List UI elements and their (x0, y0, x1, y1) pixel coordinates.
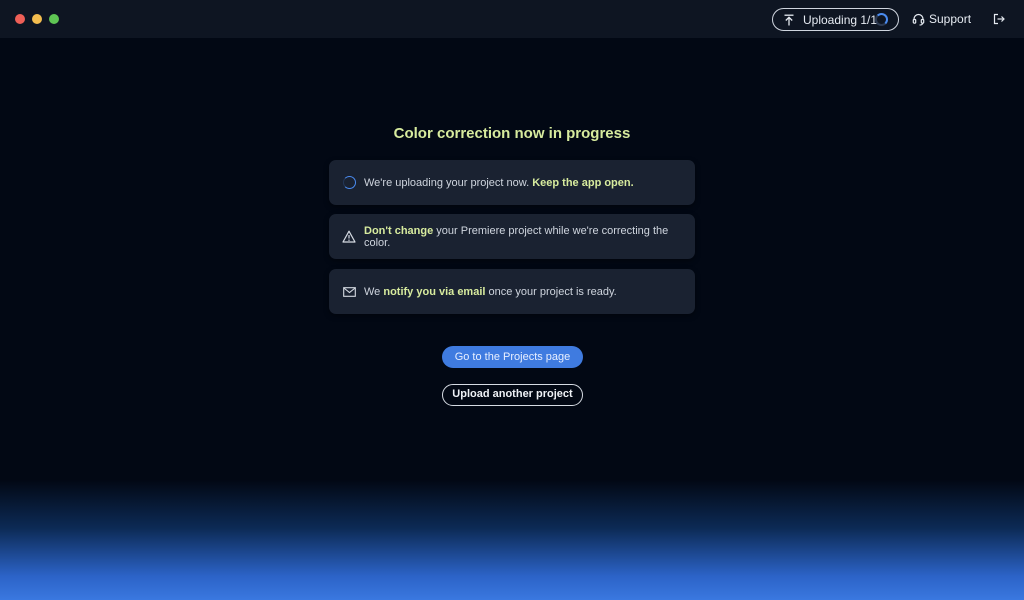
card-text-prefix: We're uploading your project now. (364, 176, 533, 189)
window-controls (15, 14, 59, 24)
card-text-prefix: We (364, 285, 384, 298)
card-text-highlight: notify you via email (383, 285, 486, 298)
card-text-highlight: Keep the app open. (532, 176, 634, 189)
loading-spinner-icon (342, 176, 356, 190)
close-window-button[interactable] (15, 14, 25, 24)
card-text: Don't change your Premiere project while… (364, 225, 695, 249)
maximize-window-button[interactable] (49, 14, 59, 24)
upload-status-button[interactable]: Uploading 1/1 (772, 8, 899, 31)
support-link[interactable]: Support (912, 12, 971, 26)
card-text: We notify you via email once your projec… (364, 286, 617, 298)
page-title: Color correction now in progress (393, 125, 631, 142)
app-window: Uploading 1/1 Support Color correction n… (0, 0, 1024, 600)
card-text: We're uploading your project now. Keep t… (364, 177, 634, 189)
upload-status-label: Uploading 1/1 (803, 12, 878, 27)
card-text-highlight: Don't change (364, 224, 434, 237)
upload-arrow-icon (784, 14, 794, 25)
go-to-projects-button[interactable]: Go to the Projects page (442, 346, 583, 368)
upload-spinner-icon (875, 13, 888, 26)
logout-icon[interactable] (993, 13, 1005, 25)
title-bar: Uploading 1/1 Support (0, 0, 1024, 38)
mail-icon (342, 285, 356, 299)
warning-triangle-icon (342, 230, 356, 244)
warning-notice-card: Don't change your Premiere project while… (329, 214, 695, 259)
support-label: Support (929, 12, 972, 26)
email-notice-card: We notify you via email once your projec… (329, 269, 695, 314)
headset-icon (912, 13, 925, 26)
minimize-window-button[interactable] (32, 14, 42, 24)
upload-another-project-button[interactable]: Upload another project (442, 384, 583, 406)
upload-notice-card: We're uploading your project now. Keep t… (329, 160, 695, 205)
card-text-suffix: once your project is ready. (485, 285, 617, 298)
